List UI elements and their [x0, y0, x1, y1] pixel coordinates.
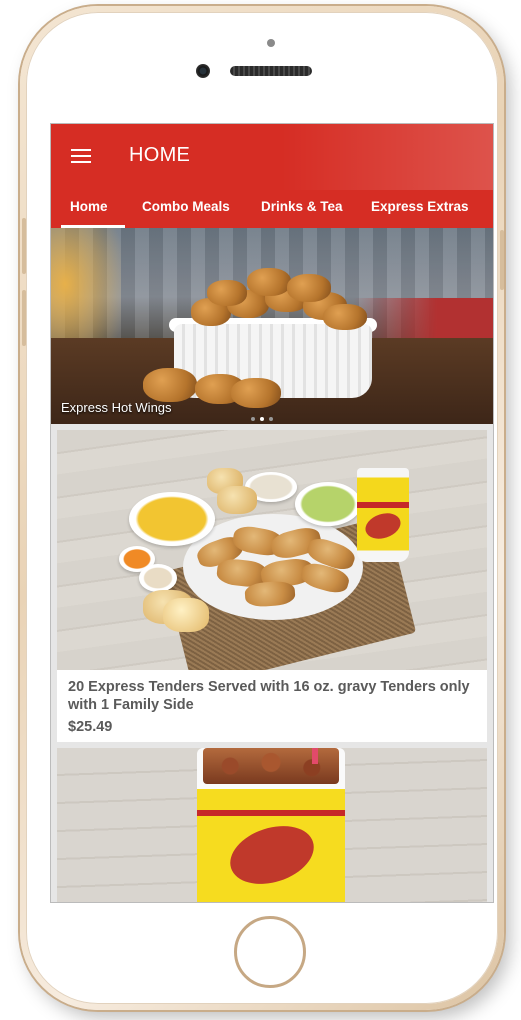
wing	[231, 378, 281, 408]
app-bar-shine	[281, 124, 493, 190]
biscuit	[163, 598, 209, 632]
power-button	[500, 230, 504, 290]
hamburger-menu-icon[interactable]	[71, 149, 91, 163]
slider-dot[interactable]	[269, 417, 273, 421]
category-tabs: Home Combo Meals Drinks & Tea Express Ex…	[51, 190, 493, 228]
wing	[207, 280, 247, 306]
slider-dot[interactable]	[251, 417, 255, 421]
app-screen: HOME Home Combo Meals Drinks & Tea Expre…	[51, 124, 493, 902]
cup-logo	[362, 509, 404, 543]
product-card[interactable]	[57, 748, 487, 902]
volume-button	[22, 290, 26, 346]
product-title: 20 Express Tenders Served with 16 oz. gr…	[68, 679, 470, 713]
app-bar: HOME	[51, 124, 493, 190]
tab-drinks-tea[interactable]: Drinks & Tea	[261, 199, 343, 214]
mac-cheese-bowl	[129, 492, 215, 546]
cup-stripe	[197, 810, 345, 816]
tab-express-extras[interactable]: Express Extras	[371, 199, 469, 214]
slider-dot-active[interactable]	[260, 417, 264, 421]
drink-cup	[357, 468, 409, 562]
slider-pagination	[251, 408, 278, 424]
tab-combo-meals[interactable]: Combo Meals	[142, 199, 230, 214]
proximity-sensor	[267, 39, 275, 47]
promo-slider[interactable]: Express Hot Wings	[51, 228, 493, 424]
product-image[interactable]	[57, 430, 487, 670]
sauce-cup	[139, 564, 177, 592]
cup-stripe	[357, 502, 409, 508]
wing	[247, 268, 291, 296]
product-card[interactable]: 20 Express Tenders Served with 16 oz. gr…	[57, 430, 487, 742]
wing	[323, 304, 367, 330]
earpiece-speaker	[230, 66, 312, 76]
tab-home[interactable]: Home	[70, 199, 108, 214]
volume-button	[22, 218, 26, 274]
front-camera	[196, 64, 210, 78]
page-title: HOME	[129, 144, 191, 166]
iced-tea	[203, 748, 339, 784]
product-price: $25.49	[68, 719, 113, 735]
wing	[143, 368, 197, 402]
slider-caption: Express Hot Wings	[61, 400, 172, 415]
coleslaw-bowl	[295, 482, 361, 526]
wing	[287, 274, 331, 302]
straw	[312, 748, 318, 764]
home-button[interactable]	[234, 916, 306, 988]
biscuit	[217, 486, 257, 514]
